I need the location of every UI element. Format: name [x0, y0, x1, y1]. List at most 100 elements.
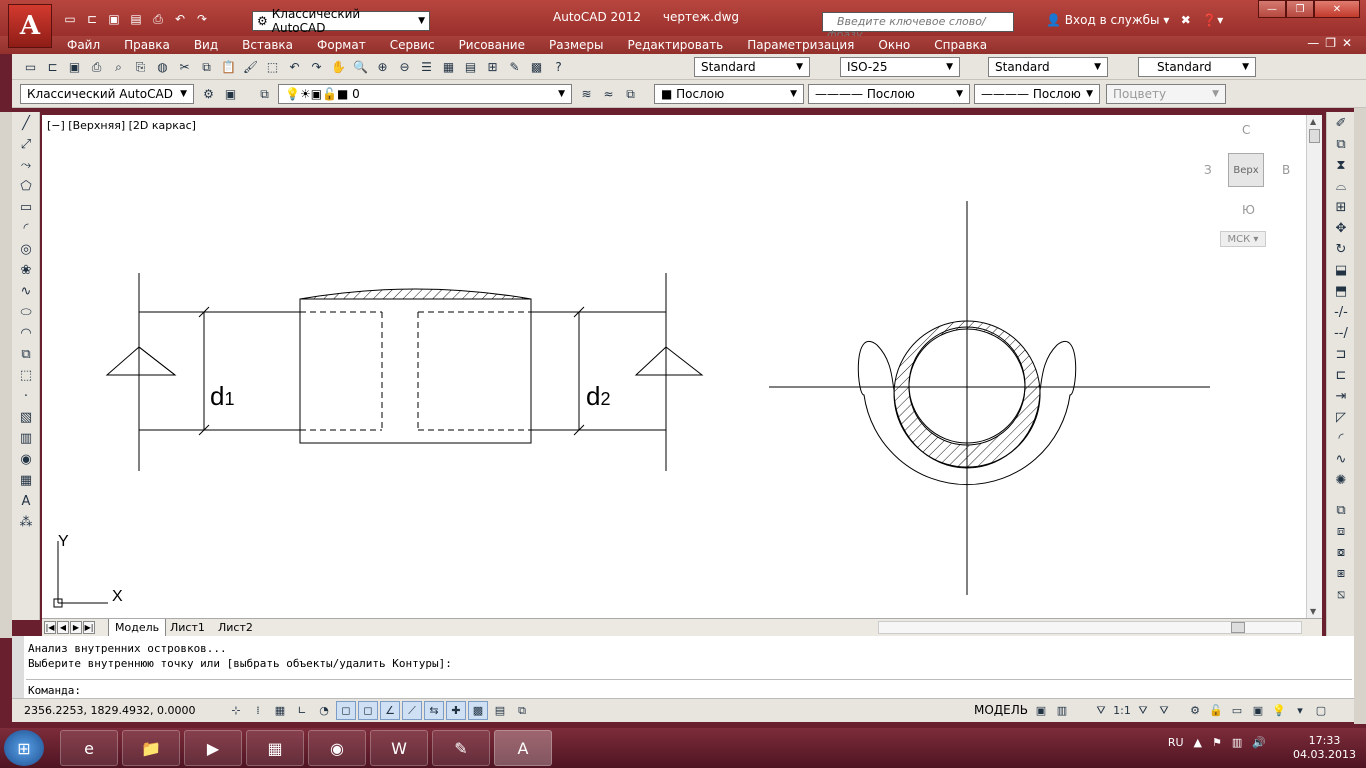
make-current-icon[interactable]: ≋ — [576, 84, 597, 104]
layer-properties-icon[interactable]: ⧉ — [254, 84, 275, 104]
menu-edit[interactable]: Правка — [124, 36, 170, 54]
osnap-icon[interactable]: ◻ — [336, 701, 356, 720]
3d-osnap-icon[interactable]: ◻ — [358, 701, 378, 720]
hatch-back-icon[interactable]: ⧅ — [1329, 584, 1353, 604]
zoom-realtime-icon[interactable]: 🔍 — [350, 57, 371, 77]
copy-object-icon[interactable]: ⧉ — [1329, 134, 1353, 154]
command-prompt[interactable]: Команда: — [28, 684, 81, 697]
bring-front-icon[interactable]: ⧈ — [1329, 521, 1353, 541]
menu-file[interactable]: Файл — [67, 36, 100, 54]
properties-icon[interactable]: ☰ — [416, 57, 437, 77]
publish-icon[interactable]: ⎘ — [130, 57, 151, 77]
auto-scale-icon[interactable]: ⛛ — [1155, 701, 1173, 720]
word-icon[interactable]: W — [370, 730, 428, 766]
chrome-icon[interactable]: ◉ — [308, 730, 366, 766]
workspace-switch-icon[interactable]: ⚙ — [1186, 701, 1204, 720]
snap-icon[interactable]: ⁞ — [248, 701, 268, 720]
close-button[interactable]: ✕ — [1314, 0, 1360, 18]
network-icon[interactable]: ▥ — [1232, 736, 1242, 749]
move-icon[interactable]: ✥ — [1329, 218, 1353, 238]
print-icon[interactable]: ⎙ — [148, 10, 168, 28]
table-icon[interactable]: ▦ — [14, 470, 38, 490]
document-window-controls[interactable]: —❐✕ — [1307, 36, 1358, 50]
workspace-combo[interactable]: Классический AutoCAD ▼ — [20, 84, 194, 104]
tool-palettes-icon[interactable]: ▤ — [460, 57, 481, 77]
point-icon[interactable]: · — [14, 386, 38, 406]
array-icon[interactable]: ⊞ — [1329, 197, 1353, 217]
menu-format[interactable]: Формат — [317, 36, 366, 54]
first-tab-icon[interactable]: |◀ — [44, 621, 56, 634]
explode-icon[interactable]: ✺ — [1329, 470, 1353, 490]
erase-icon[interactable]: ✐ — [1329, 113, 1353, 133]
tab-sheet1[interactable]: Лист1 — [164, 619, 211, 636]
annotation-scale-icon[interactable]: ⛛ — [1092, 701, 1110, 720]
send-back-icon[interactable]: ⧇ — [1329, 542, 1353, 562]
color-select[interactable]: ■ Послою ▼ — [654, 84, 804, 104]
markup-icon[interactable]: ✎ — [504, 57, 525, 77]
maximize-button[interactable]: ❐ — [1286, 0, 1314, 18]
redo-icon[interactable]: ↷ — [192, 10, 212, 28]
menu-dimension[interactable]: Размеры — [549, 36, 604, 54]
menu-tools[interactable]: Сервис — [390, 36, 435, 54]
join-icon[interactable]: ⇥ — [1329, 386, 1353, 406]
viewcube-east[interactable]: В — [1282, 163, 1290, 177]
open-icon[interactable]: ⊏ — [42, 57, 63, 77]
polar-icon[interactable]: ◔ — [314, 701, 334, 720]
sheet-set-icon[interactable]: ⊞ — [482, 57, 503, 77]
viewcube-west[interactable]: З — [1204, 163, 1212, 177]
start-button[interactable]: ⊞ — [4, 730, 44, 766]
clock[interactable]: 17:33 04.03.2013 — [1293, 734, 1356, 762]
menu-parametric[interactable]: Параметризация — [747, 36, 854, 54]
login-button[interactable]: 👤 Вход в службы ▾ ✖ ❓▾ — [1046, 13, 1223, 27]
lightbulb-icon[interactable]: 💡 — [1270, 701, 1288, 720]
menu-insert[interactable]: Вставка — [242, 36, 293, 54]
hardware-accel-icon[interactable]: ▭ — [1228, 701, 1246, 720]
help-icon[interactable]: ? — [548, 57, 569, 77]
tab-sheet2[interactable]: Лист2 — [212, 619, 259, 636]
redo-icon[interactable]: ↷ — [306, 57, 327, 77]
menu-modify[interactable]: Редактировать — [628, 36, 724, 54]
next-tab-icon[interactable]: ▶ — [70, 621, 82, 634]
text-style-select[interactable]: Standard ▼ — [694, 57, 810, 77]
menu-draw[interactable]: Рисование — [459, 36, 525, 54]
otrack-icon[interactable]: ∠ — [380, 701, 400, 720]
preview-icon[interactable]: ⌕ — [108, 57, 129, 77]
polygon-icon[interactable]: ⬠ — [14, 176, 38, 196]
clean-screen-icon[interactable]: ▣ — [220, 84, 241, 104]
volume-icon[interactable]: 🔊 — [1252, 736, 1266, 749]
scroll-up-icon[interactable]: ▲ — [1310, 117, 1316, 126]
drawing-area[interactable]: [−] [Верхняя] [2D каркас] d1 d2 С З В Ве… — [42, 115, 1306, 618]
language-indicator[interactable]: RU — [1168, 736, 1184, 749]
multileader-style-select[interactable]: Standard ▼ — [1138, 57, 1256, 77]
copy-icon[interactable]: ⧉ — [196, 57, 217, 77]
polyline-icon[interactable]: ⤳ — [14, 155, 38, 175]
design-center-icon[interactable]: ▦ — [438, 57, 459, 77]
status-menu-icon[interactable]: ▾ — [1291, 701, 1309, 720]
insert-block-icon[interactable]: ⧉ — [14, 344, 38, 364]
calculator-icon[interactable]: ▩ — [526, 57, 547, 77]
transparency-icon[interactable]: ▩ — [468, 701, 488, 720]
paint-icon[interactable]: ✎ — [432, 730, 490, 766]
application-menu-button[interactable]: A — [8, 4, 52, 48]
mirror-icon[interactable]: ⧗ — [1329, 155, 1353, 175]
dim-style-select[interactable]: ISO-25 ▼ — [840, 57, 960, 77]
paste-icon[interactable]: 📋 — [218, 57, 239, 77]
multiline-text-icon[interactable]: A — [14, 491, 38, 511]
fillet-icon[interactable]: ◜ — [1329, 428, 1353, 448]
annotation-visibility-icon[interactable]: ⛛ — [1134, 701, 1152, 720]
ducs-icon[interactable]: ⟋ — [402, 701, 422, 720]
winrar-icon[interactable]: ▦ — [246, 730, 304, 766]
coordinates-readout[interactable]: 2356.2253, 1829.4932, 0.0000 — [24, 704, 195, 717]
revcloud-icon[interactable]: ❀ — [14, 260, 38, 280]
flag-icon[interactable]: ⚑ — [1212, 736, 1222, 749]
new-icon[interactable]: ▭ — [20, 57, 41, 77]
grid-icon[interactable]: ▦ — [270, 701, 290, 720]
layer-select[interactable]: 💡☀▣🔓■ 0 ▼ — [278, 84, 572, 104]
hatch-icon[interactable]: ▧ — [14, 407, 38, 427]
horizontal-scrollbar[interactable] — [878, 621, 1302, 634]
ucs-menu[interactable]: МСК ▾ — [1220, 231, 1266, 247]
isolate-objects-icon[interactable]: ▣ — [1249, 701, 1267, 720]
dyn-icon[interactable]: ⇆ — [424, 701, 444, 720]
viewcube-face[interactable]: Верх — [1228, 153, 1264, 187]
rotate-icon[interactable]: ↻ — [1329, 239, 1353, 259]
